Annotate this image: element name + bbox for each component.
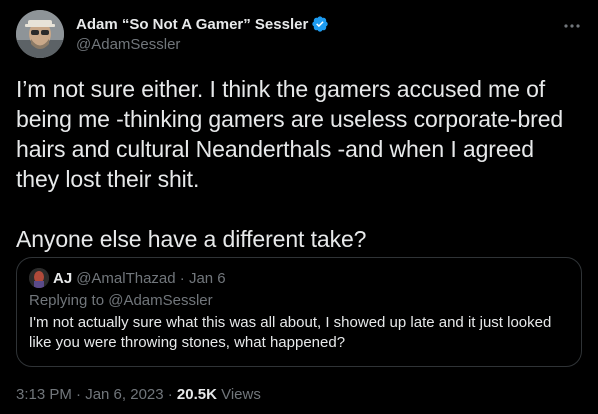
author-display-name[interactable]: Adam “So Not A Gamer” Sessler (76, 16, 308, 33)
tweet-text-line: they lost their shit. (16, 166, 200, 192)
quoted-author-avatar[interactable] (29, 268, 49, 288)
tweet-header: Adam “So Not A Gamer” Sessler @AdamSessl… (16, 10, 582, 58)
quoted-tweet-header: AJ @AmalThazad · Jan 6 (29, 268, 569, 288)
replying-to: Replying to @AdamSessler (29, 292, 569, 309)
tweet: Adam “So Not A Gamer” Sessler @AdamSessl… (0, 0, 598, 414)
quoted-text-line: I'm not actually sure what this was all … (29, 314, 552, 331)
quoted-tweet[interactable]: AJ @AmalThazad · Jan 6 Replying to @Adam… (16, 257, 582, 367)
tweet-text-line: being me -thinking gamers are useless co… (16, 106, 564, 132)
quoted-author-handle-date[interactable]: @AmalThazad · Jan 6 (76, 270, 225, 287)
views-label: Views (216, 386, 261, 403)
quoted-author-name[interactable]: AJ (53, 270, 72, 287)
tweet-meta: 3:13 PM · Jan 6, 2023 · 20.5K Views (16, 386, 261, 403)
replying-to-prefix: Replying to (29, 292, 105, 309)
quoted-text-line: like you were throwing stones, what happ… (29, 334, 346, 351)
tweet-text-line: Anyone else have a different take? (16, 226, 367, 252)
timestamp[interactable]: 3:13 PM · Jan 6, 2023 · (16, 386, 177, 403)
tweet-text-line: hairs and cultural Neanderthals -and whe… (16, 136, 534, 162)
tweet-text-line: I’m not sure either. I think the gamers … (16, 76, 546, 102)
author-handle[interactable]: @AdamSessler (76, 36, 329, 53)
verified-badge-icon[interactable] (311, 15, 329, 33)
author-names: Adam “So Not A Gamer” Sessler @AdamSessl… (76, 14, 329, 53)
views-count[interactable]: 20.5K (177, 386, 217, 403)
author-avatar[interactable] (16, 10, 64, 58)
more-options-icon[interactable] (562, 16, 582, 36)
tweet-text: I’m not sure either. I think the gamers … (16, 74, 582, 254)
replying-to-mention[interactable]: @AdamSessler (108, 292, 212, 309)
quoted-tweet-text: I'm not actually sure what this was all … (29, 313, 569, 353)
